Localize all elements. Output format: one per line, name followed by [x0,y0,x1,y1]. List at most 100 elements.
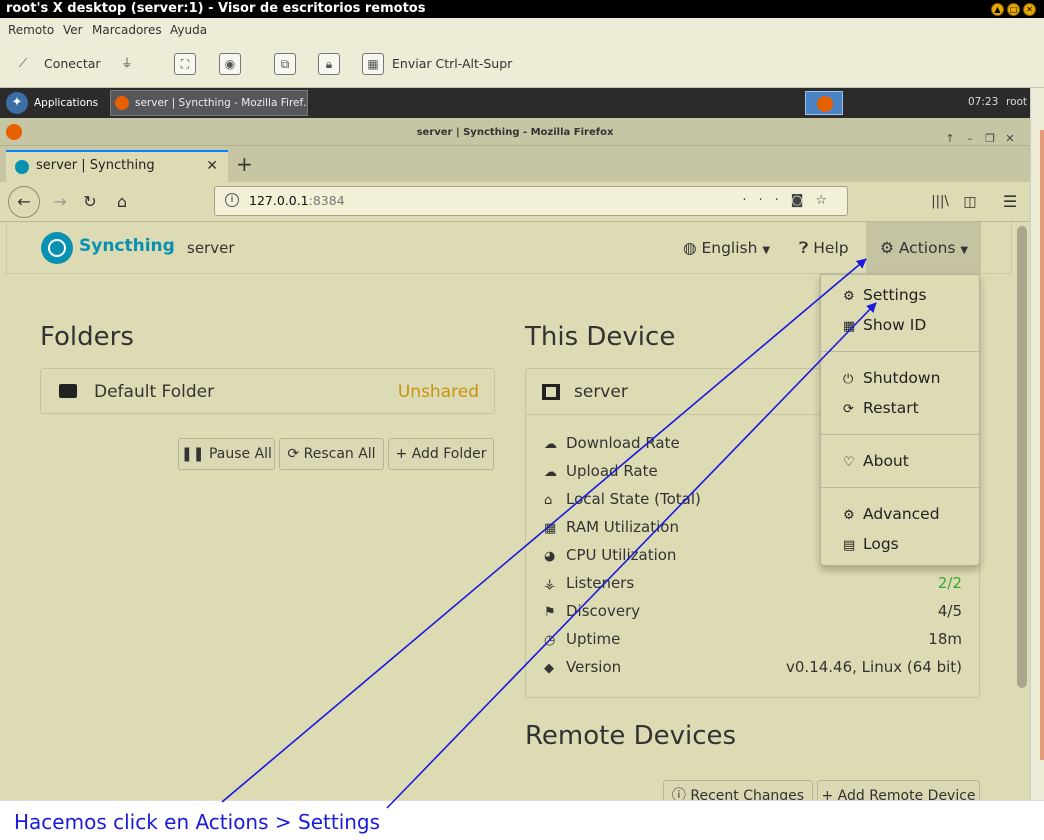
add-remote-device-button[interactable]: + Add Remote Device [817,780,980,800]
logs-label: Logs [863,535,899,553]
menu-item-logs[interactable]: ▤ Logs [843,532,899,556]
shutdown-label: Shutdown [863,369,941,387]
scale-icon[interactable]: ⧉ [274,53,296,75]
pause-all-label: Pause All [208,446,272,462]
this-device-name: server [574,382,628,402]
actions-dropdown[interactable]: ⚙ Actions ▼ [880,239,968,257]
menu-item-restart[interactable]: ⟳ Restart [843,396,919,420]
stat-label: RAM Utilization [566,518,679,536]
menu-remoto[interactable]: Remoto [8,23,54,37]
menu-item-advanced[interactable]: ⚙ Advanced [843,502,940,526]
panel-user: root [1006,96,1028,108]
window-maximize-icon[interactable]: □ [1007,3,1020,16]
syncthing-brand[interactable]: Syncthing [79,236,175,256]
caret-down-icon: ▼ [762,245,771,256]
rescan-all-button[interactable]: ⟳ Rescan All [279,438,384,470]
menu-item-show-id[interactable]: ▦ Show ID [843,313,926,337]
sitemap-icon: ⚶ [544,577,556,592]
stat-label: Upload Rate [566,462,658,480]
url-bar[interactable]: i 127.0.0.1:8384 ···◙☆ [214,186,848,216]
keyboard-icon[interactable]: ▦ [362,53,384,75]
stat-label: Discovery [566,602,641,620]
window-close-icon[interactable]: ✕ [1023,3,1036,16]
recent-changes-button[interactable]: ⓘ Recent Changes [663,780,813,800]
gear-icon: ⚙ [880,239,894,257]
pocket-icon[interactable]: ◙ [791,193,816,208]
menu-item-settings[interactable]: ⚙ Settings [843,283,927,307]
lock-icon[interactable]: 🔒︎ [318,53,340,75]
stat-label: CPU Utilization [566,546,677,564]
connect-button[interactable]: Conectar [44,52,101,76]
gear-icon: ⚙ [843,289,855,304]
page-scrollbar[interactable] [1014,222,1030,800]
menu-ayuda[interactable]: Ayuda [170,23,207,37]
globe-icon: ◍ [683,239,697,257]
tab-title: server | Syncthing [36,158,155,173]
stat-value: v0.14.46, Linux (64 bit) [786,658,962,676]
cogs-icon: ⚙ [843,508,855,523]
reload-icon[interactable]: ↻ [76,188,104,216]
syncthing-logo-icon[interactable] [41,232,73,264]
tutorial-caption: Hacemos click en Actions > Settings [0,800,1044,840]
folder-name: Default Folder [94,382,215,402]
recent-changes-label: Recent Changes [690,788,805,800]
grid-icon: ▦ [544,521,557,536]
viewer-menubar: Remoto Ver Marcadores Ayuda [0,18,1044,42]
actions-label: Actions [898,239,956,257]
screenshot-icon[interactable]: ◉ [219,53,241,75]
menu-item-shutdown[interactable]: ⏻ Shutdown [843,366,940,390]
applications-menu[interactable]: ✦ Applications [6,92,98,114]
pause-icon: ❚❚ [181,446,205,462]
menu-item-about[interactable]: ♡ About [843,449,909,473]
back-arrow-icon[interactable]: ← [8,186,40,218]
tab-close-icon[interactable]: ✕ [206,152,218,180]
menu-ver[interactable]: Ver [63,23,83,37]
send-ctrl-alt-del-button[interactable]: Enviar Ctrl-Alt-Supr [392,52,512,76]
bookmark-star-icon[interactable]: ☆ [815,193,839,208]
dashboard-icon: ◕ [544,549,556,564]
taskbar-firefox[interactable]: server | Syncthing - Mozilla Firef… [110,90,308,116]
disconnect-icon[interactable]: ⏚ [116,53,138,75]
folder-status: Unshared [397,382,479,402]
tab-strip: server | Syncthing ✕ + [0,146,1030,182]
sidebar-icon[interactable]: ◫ [956,188,984,216]
folder-panel-default[interactable]: Default Folder Unshared [40,368,495,414]
settings-label: Settings [863,286,927,304]
viewer-title: root's X desktop (server:1) - Visor de e… [6,1,426,16]
this-device-heading: This Device [525,322,676,352]
pause-all-button[interactable]: ❚❚ Pause All [178,438,275,470]
fullscreen-icon[interactable]: ⛶ [174,53,196,75]
folder-icon [59,384,77,398]
help-link[interactable]: ❓︎ Help [799,239,849,258]
tray-firefox-launcher[interactable] [805,91,843,115]
desktop-panel: ✦ Applications server | Syncthing - Mozil… [0,88,1030,118]
add-folder-button[interactable]: + Add Folder [388,438,494,470]
tab-syncthing[interactable]: server | Syncthing ✕ [6,150,228,182]
hamburger-menu-icon[interactable]: ☰ [996,188,1024,216]
language-dropdown[interactable]: ◍ English ▼ [683,239,770,257]
home-icon: ⌂ [544,493,553,508]
panel-clock: 07:23 [968,96,999,108]
forward-arrow-icon[interactable]: → [46,188,74,216]
help-label: Help [813,239,849,257]
menu-marcadores[interactable]: Marcadores [92,23,162,37]
window-restore-icon[interactable]: ▲ [991,3,1004,16]
caret-down-icon: ▼ [960,245,969,256]
info-circle-icon: ⓘ [671,788,686,800]
stat-label: Local State (Total) [566,490,701,508]
home-icon[interactable]: ⌂ [108,188,136,216]
cloud-download-icon: ☁ [544,437,557,452]
connect-icon: ⟋ [18,56,28,70]
restart-label: Restart [863,399,919,417]
signpost-icon: ⚑ [544,605,556,620]
library-icon[interactable]: |||\ [926,188,954,216]
scrollbar-thumb[interactable] [1017,226,1027,688]
page-actions-icon[interactable]: ··· [742,193,790,208]
xfce-logo-icon: ✦ [6,92,28,114]
site-info-icon[interactable]: i [225,193,239,207]
stat-label: Listeners [566,574,635,592]
taskbar-firefox-label: server | Syncthing - Mozilla Firef… [135,97,308,109]
new-tab-icon[interactable]: + [236,152,253,176]
language-label: English [701,239,758,257]
firefox-icon [115,96,129,110]
